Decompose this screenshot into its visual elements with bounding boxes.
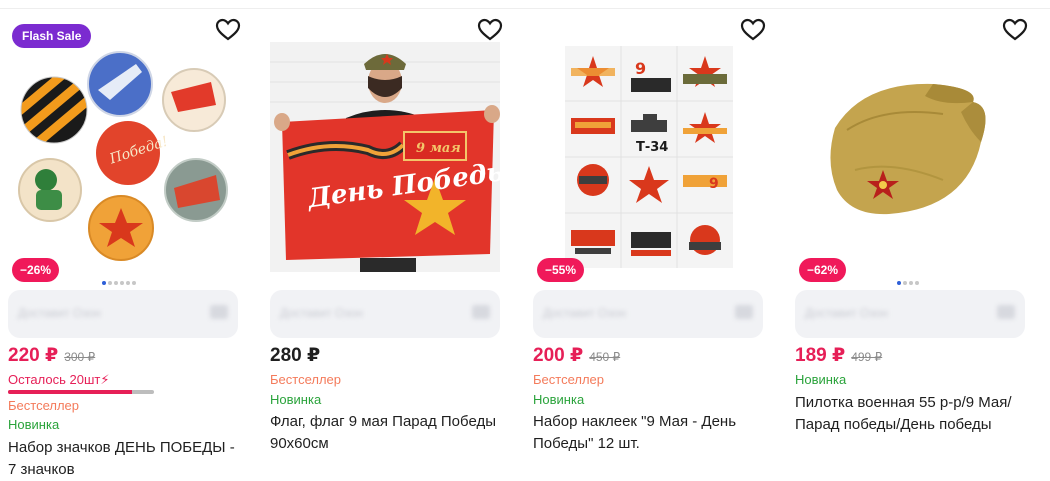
image-carousel-dots[interactable] xyxy=(102,281,136,287)
bestseller-label: Бестселлер xyxy=(270,372,341,387)
svg-text:9: 9 xyxy=(709,176,719,192)
bestseller-label: Бестселлер xyxy=(8,398,79,413)
stickers-set-image: 9 Т-34 9 xyxy=(565,46,733,268)
discount-badge: −55% xyxy=(537,258,585,282)
product-title[interactable]: Флаг, флаг 9 мая Парад Победы 90x60см xyxy=(270,411,504,455)
bestseller-label: Бестселлер xyxy=(533,372,604,387)
flag-date-text: 9 мая xyxy=(416,141,461,156)
old-price: 450 ₽ xyxy=(589,350,621,364)
favorite-heart-icon[interactable] xyxy=(739,16,767,44)
current-price: 280 ₽ xyxy=(270,345,321,366)
price-row: 189 ₽ 499 ₽ xyxy=(795,344,882,366)
product-image[interactable]: 9 Т-34 9 xyxy=(531,10,767,282)
product-image[interactable]: Победа! xyxy=(6,10,242,282)
carousel-dot[interactable] xyxy=(102,281,106,285)
delivery-block: Доставит Озон xyxy=(270,290,500,338)
military-cap-image xyxy=(830,83,986,215)
delivery-block: Доставит Озон xyxy=(533,290,763,338)
delivery-text: Доставит Озон xyxy=(805,306,888,320)
new-label: Новинка xyxy=(533,392,585,407)
product-card[interactable]: 9 Т-34 9 −55% Доставит Озон 200 ₽ 450 ₽ … xyxy=(531,10,771,480)
product-title[interactable]: Набор наклеек "9 Мая - День Победы" 12 ш… xyxy=(533,411,767,455)
stock-remaining-fill xyxy=(8,390,133,394)
image-carousel-dots[interactable] xyxy=(897,281,919,287)
badges-set-image: Победа! xyxy=(18,51,228,261)
delivery-text: Доставит Озон xyxy=(280,306,363,320)
price-row: 280 ₽ xyxy=(270,344,320,366)
current-price: 220 ₽ xyxy=(8,345,59,366)
product-card[interactable]: 9 мая День Победы Доставит Озон 280 ₽ Бе… xyxy=(268,10,508,480)
price-row: 220 ₽ 300 ₽ xyxy=(8,344,95,366)
product-grid: Победа! Flash Sale −26% Доставит Озон 22… xyxy=(0,0,1050,481)
favorite-heart-icon[interactable] xyxy=(214,16,242,44)
sticker-tank-text: Т-34 xyxy=(636,140,668,155)
delivery-text: Доставит Озон xyxy=(18,306,101,320)
new-label: Новинка xyxy=(795,372,847,387)
product-image[interactable]: 9 мая День Победы xyxy=(268,10,504,282)
carousel-dot[interactable] xyxy=(126,281,130,285)
product-card[interactable]: −62% Доставит Озон 189 ₽ 499 ₽ Новинка П… xyxy=(793,10,1033,480)
carousel-dot[interactable] xyxy=(120,281,124,285)
product-image[interactable] xyxy=(793,10,1029,282)
delivery-block: Доставит Озон xyxy=(8,290,238,338)
delivery-icon xyxy=(472,305,490,319)
product-card[interactable]: Победа! Flash Sale −26% Доставит Озон 22… xyxy=(6,10,246,480)
carousel-dot[interactable] xyxy=(108,281,112,285)
favorite-heart-icon[interactable] xyxy=(476,16,504,44)
svg-text:9: 9 xyxy=(635,59,646,78)
product-title[interactable]: Пилотка военная 55 р-р/9 Мая/Парад побед… xyxy=(795,392,1029,436)
discount-badge: −62% xyxy=(799,258,847,282)
price-row: 200 ₽ 450 ₽ xyxy=(533,344,620,366)
favorite-heart-icon[interactable] xyxy=(1001,16,1029,44)
product-title[interactable]: Набор значков ДЕНЬ ПОБЕДЫ - 7 значков xyxy=(8,437,242,481)
current-price: 200 ₽ xyxy=(533,345,584,366)
carousel-dot[interactable] xyxy=(915,281,919,285)
delivery-block: Доставит Озон xyxy=(795,290,1025,338)
new-label: Новинка xyxy=(270,392,322,407)
flash-sale-badge: Flash Sale xyxy=(12,24,92,48)
carousel-dot[interactable] xyxy=(909,281,913,285)
delivery-icon xyxy=(210,305,228,319)
discount-badge: −26% xyxy=(12,258,60,282)
current-price: 189 ₽ xyxy=(795,345,846,366)
carousel-dot[interactable] xyxy=(897,281,901,285)
old-price: 300 ₽ xyxy=(64,350,96,364)
delivery-icon xyxy=(997,305,1015,319)
carousel-dot[interactable] xyxy=(132,281,136,285)
delivery-icon xyxy=(735,305,753,319)
delivery-text: Доставит Озон xyxy=(543,306,626,320)
old-price: 499 ₽ xyxy=(851,350,883,364)
carousel-dot[interactable] xyxy=(903,281,907,285)
flag-image: 9 мая День Победы xyxy=(270,42,504,272)
new-label: Новинка xyxy=(8,417,60,432)
carousel-dot[interactable] xyxy=(114,281,118,285)
stock-remaining-label: Осталось 20шт⚡ xyxy=(8,372,110,387)
stock-remaining-bar xyxy=(8,390,154,394)
